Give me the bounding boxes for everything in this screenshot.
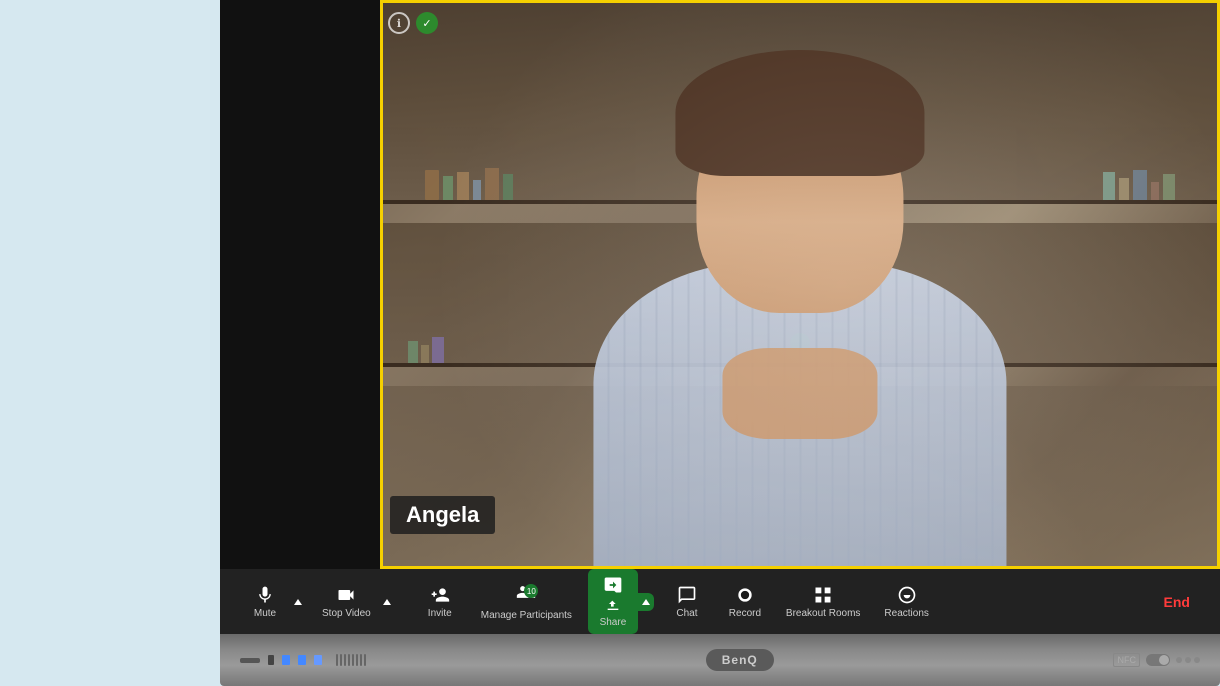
info-icon: ℹ [388, 12, 410, 34]
left-panel [220, 0, 380, 569]
invite-button[interactable]: Invite [415, 581, 465, 623]
dot-2 [1185, 657, 1191, 663]
monitor: ℹ ✓ [220, 0, 1220, 686]
stop-video-button[interactable]: Stop Video [314, 581, 379, 623]
shield-security-icon: ✓ [416, 12, 438, 34]
chevron-up-icon [293, 597, 303, 607]
main-video-feed [380, 0, 1220, 569]
toggle-knob [1159, 655, 1169, 665]
chat-icon [677, 585, 697, 605]
meeting-toolbar: Mute Stop Video [220, 569, 1220, 634]
breakout-rooms-icon [813, 585, 833, 605]
dot-3 [1194, 657, 1200, 663]
breakout-rooms-button[interactable]: Breakout Rooms [778, 581, 868, 623]
usb-c-port [268, 655, 274, 665]
share-btn-group: Share [588, 569, 654, 634]
share-button[interactable]: Share [588, 569, 638, 634]
bezel-right-controls: NFC [1113, 653, 1200, 667]
microphone-icon [255, 585, 275, 605]
mute-chevron-button[interactable] [290, 593, 306, 611]
speaker-grille [336, 654, 366, 666]
record-button[interactable]: Record [720, 581, 770, 623]
nfc-icon: NFC [1113, 653, 1140, 667]
grille-line [352, 654, 354, 666]
stop-video-btn-group: Stop Video [314, 581, 395, 623]
grille-line [364, 654, 366, 666]
bookshelf-bg [383, 3, 1217, 566]
grille-line [356, 654, 358, 666]
ambient-light [383, 3, 1217, 566]
chevron-up-icon-2 [382, 597, 392, 607]
reactions-icon [897, 585, 917, 605]
bezel-left-ports [240, 654, 366, 666]
record-icon [735, 585, 755, 605]
share-icon [603, 575, 623, 595]
grille-line [340, 654, 342, 666]
video-camera-icon [336, 585, 356, 605]
monitor-bezel: BenQ NFC [220, 634, 1220, 686]
grille-line [360, 654, 362, 666]
toggle-switch[interactable] [1146, 654, 1170, 666]
grille-line [336, 654, 338, 666]
screen: ℹ ✓ [220, 0, 1220, 569]
mute-button[interactable]: Mute [240, 581, 290, 623]
indicator-dots [1176, 657, 1200, 663]
grille-line [344, 654, 346, 666]
participants-icon-wrapper: 10 [516, 582, 536, 607]
info-icons: ℹ ✓ [388, 12, 438, 34]
power-port [240, 658, 260, 663]
power-toggle[interactable] [1146, 654, 1170, 666]
participant-name-badge: Angela [390, 496, 495, 534]
grille-line [348, 654, 350, 666]
end-meeting-button[interactable]: End [1154, 588, 1200, 616]
share-chevron-button[interactable] [638, 593, 654, 611]
usb-a-port-2 [298, 655, 306, 665]
manage-participants-button[interactable]: 10 Manage Participants [473, 578, 580, 625]
reactions-button[interactable]: Reactions [876, 581, 936, 623]
bezel-center-logo: BenQ [706, 649, 774, 671]
usb-a-port-3 [314, 655, 322, 665]
video-chevron-button[interactable] [379, 593, 395, 611]
invite-icon [430, 585, 450, 605]
chevron-up-icon-3 [641, 597, 651, 607]
usb-a-port-1 [282, 655, 290, 665]
share-upload-icon [605, 598, 621, 614]
mute-btn-group: Mute [240, 581, 306, 623]
chat-button[interactable]: Chat [662, 581, 712, 623]
video-area: ℹ ✓ [220, 0, 1220, 569]
benq-logo: BenQ [706, 649, 774, 671]
dot-1 [1176, 657, 1182, 663]
